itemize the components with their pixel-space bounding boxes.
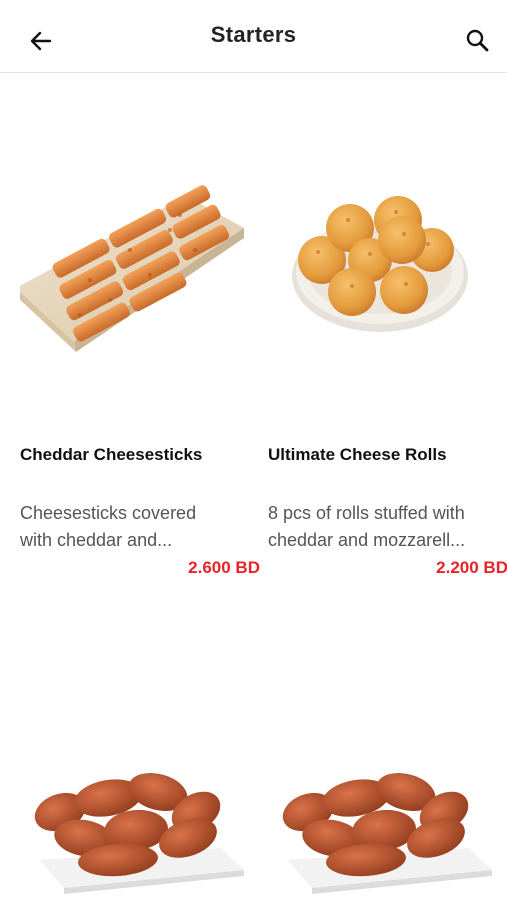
product-price: 2.600 BD [188, 558, 260, 577]
product-card[interactable] [20, 720, 260, 900]
product-image-cheese-rolls [292, 196, 468, 332]
product-description: 8 pcs of rolls stuffed with cheddar and … [268, 503, 466, 550]
product-name: Ultimate Cheese Rolls [268, 445, 447, 464]
product-description: Cheesesticks covered with cheddar and... [20, 503, 197, 550]
page-title: Starters [210, 22, 297, 47]
product-image-wings [282, 772, 492, 894]
product-card[interactable]: Ultimate Cheese Rolls 8 pcs of rolls stu… [268, 100, 507, 590]
product-image-cheesesticks [20, 185, 244, 352]
search-button[interactable] [463, 26, 493, 56]
product-image-wings [34, 772, 244, 894]
product-card[interactable]: Cheddar Cheesesticks Cheesesticks covere… [20, 100, 260, 590]
product-name: Cheddar Cheesesticks [20, 445, 203, 464]
product-card[interactable] [268, 720, 507, 900]
search-icon [466, 29, 489, 52]
product-price: 2.200 BD [436, 558, 507, 577]
app-header: Starters [0, 0, 507, 73]
